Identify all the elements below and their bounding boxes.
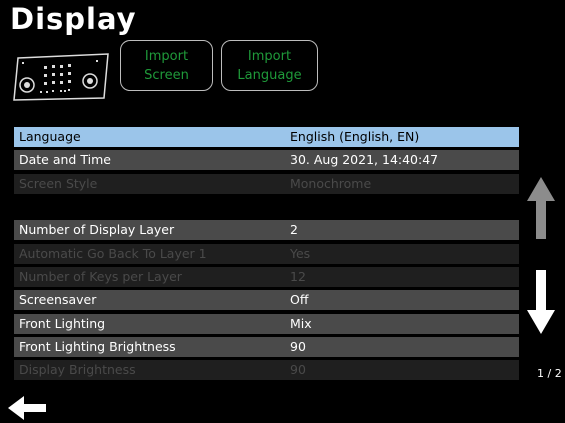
import-language-label-line1: Import: [247, 48, 292, 64]
page-indicator: 1 / 2: [537, 367, 562, 380]
page-title: Display: [10, 2, 137, 36]
setting-row-display-brightness: Display Brightness 90: [14, 360, 519, 380]
setting-label: Screensaver: [19, 292, 97, 307]
setting-label: Front Lighting Brightness: [19, 339, 176, 354]
arrow-down-icon[interactable]: [527, 270, 555, 334]
import-screen-label-line1: Import: [144, 48, 189, 64]
setting-value: Off: [290, 292, 309, 307]
setting-row-number-of-display-layer[interactable]: Number of Display Layer 2: [14, 220, 519, 240]
setting-label: Automatic Go Back To Layer 1: [19, 246, 207, 261]
setting-value: 30. Aug 2021, 14:40:47: [290, 152, 439, 167]
setting-value: 2: [290, 222, 298, 237]
setting-row-front-lighting[interactable]: Front Lighting Mix: [14, 314, 519, 334]
setting-row-front-lighting-brightness[interactable]: Front Lighting Brightness 90: [14, 337, 519, 357]
import-language-label-line2: Language: [237, 67, 302, 83]
setting-value: 90: [290, 362, 306, 377]
setting-row-screen-style: Screen Style Monochrome: [14, 174, 519, 194]
setting-value: 90: [290, 339, 306, 354]
setting-label: Display Brightness: [19, 362, 136, 377]
controller-device-icon: [13, 53, 109, 101]
setting-label: Number of Display Layer: [19, 222, 175, 237]
arrow-left-icon[interactable]: [8, 396, 46, 420]
setting-value: Yes: [290, 246, 311, 261]
setting-label: Screen Style: [19, 176, 98, 191]
setting-row-screensaver[interactable]: Screensaver Off: [14, 290, 519, 310]
setting-row-number-of-keys: Number of Keys per Layer 12: [14, 267, 519, 287]
setting-value: 12: [290, 269, 306, 284]
setting-value: English (English, EN): [290, 129, 420, 144]
import-screen-button[interactable]: Import Screen: [120, 40, 213, 91]
import-language-button[interactable]: Import Language: [221, 40, 318, 91]
setting-value: Mix: [290, 316, 312, 331]
setting-row-date-and-time[interactable]: Date and Time 30. Aug 2021, 14:40:47: [14, 150, 519, 170]
setting-row-language[interactable]: Language English (English, EN): [14, 127, 519, 147]
setting-label: Date and Time: [19, 152, 111, 167]
setting-label: Front Lighting: [19, 316, 106, 331]
import-screen-label-line2: Screen: [144, 67, 189, 83]
setting-label: Number of Keys per Layer: [19, 269, 182, 284]
setting-value: Monochrome: [290, 176, 372, 191]
setting-row-automatic-go-back: Automatic Go Back To Layer 1 Yes: [14, 244, 519, 264]
setting-label: Language: [19, 129, 81, 144]
arrow-up-icon[interactable]: [527, 177, 555, 239]
